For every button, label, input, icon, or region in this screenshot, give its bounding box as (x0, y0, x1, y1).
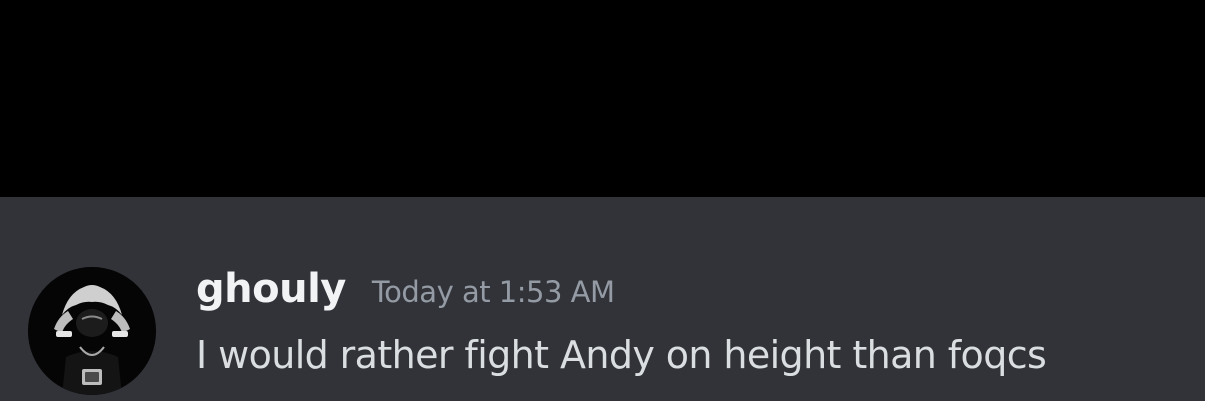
chat-message[interactable]: ghouly Today at 1:53 AM I would rather f… (0, 197, 1205, 401)
message-content: I would rather fight Andy on height than… (196, 333, 1047, 377)
timestamp[interactable]: Today at 1:53 AM (372, 264, 615, 320)
chat-message-area: ghouly Today at 1:53 AM I would rather f… (0, 197, 1205, 401)
user-avatar-icon (28, 267, 156, 395)
avatar[interactable] (28, 267, 156, 395)
top-black-band (0, 0, 1205, 197)
message-header: ghouly Today at 1:53 AM (196, 261, 615, 317)
username[interactable]: ghouly (196, 261, 346, 317)
